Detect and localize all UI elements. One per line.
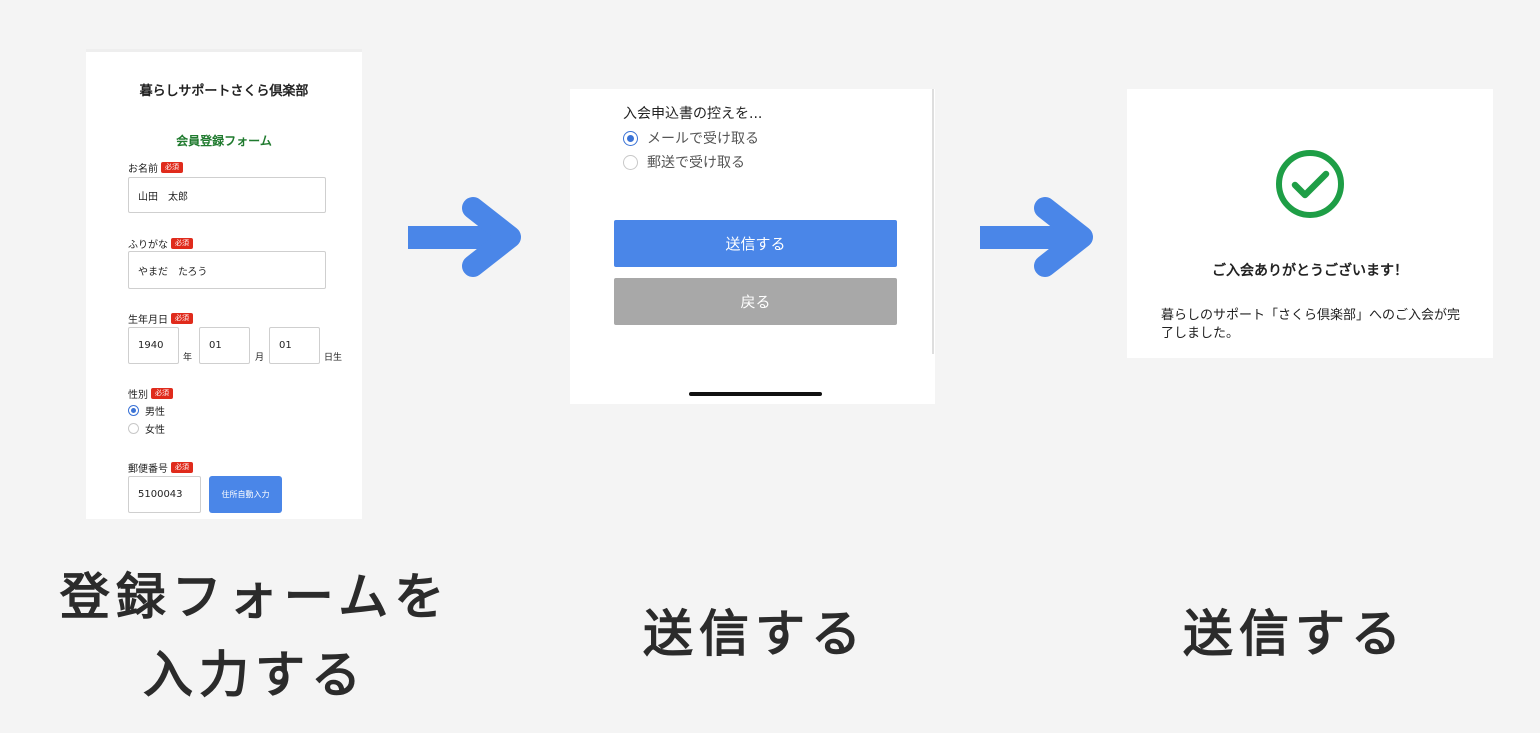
arrow-right-icon bbox=[408, 197, 521, 277]
form-site-title: 暮らしサポートさくら倶楽部 bbox=[139, 84, 309, 99]
name-label: お名前 bbox=[128, 164, 158, 175]
name-label-row: お名前 必須 bbox=[128, 160, 183, 175]
completion-screen: ご入会ありがとうございます！ 暮らしのサポート「さくら倶楽部」へのご入会が完了し… bbox=[1127, 89, 1493, 358]
back-button[interactable]: 戻る bbox=[614, 278, 897, 325]
send-button[interactable]: 送信する bbox=[614, 220, 897, 267]
year-unit: 年 bbox=[183, 353, 193, 363]
check-circle-icon bbox=[1276, 150, 1344, 218]
step1-caption-line2: 入力する bbox=[143, 645, 367, 704]
kana-label: ふりがな bbox=[128, 240, 168, 251]
birth-year-input[interactable]: 1940 bbox=[128, 327, 179, 364]
submit-screen: 入会申込書の控えを... メールで受け取る 郵送で受け取る 送信する 戻る bbox=[570, 89, 935, 404]
gender-label: 性別 bbox=[128, 390, 148, 401]
home-indicator bbox=[689, 392, 822, 396]
postal-label: 郵便番号 bbox=[128, 464, 168, 475]
registration-form-screen: 暮らしサポートさくら倶楽部 会員登録フォーム お名前 必須 山田 太郎 ふりがな… bbox=[86, 49, 362, 519]
step1-caption: 登録フォームを 入力する bbox=[20, 558, 490, 714]
step3-caption: 送信する bbox=[1183, 604, 1407, 663]
gender-option-label: 女性 bbox=[145, 425, 165, 436]
required-badge: 必須 bbox=[151, 388, 173, 399]
delivery-option-email[interactable]: メールで受け取る bbox=[623, 128, 759, 148]
arrow-right-icon bbox=[980, 197, 1093, 277]
step2-caption: 送信する bbox=[643, 604, 867, 663]
kana-label-row: ふりがな 必須 bbox=[128, 236, 193, 251]
gender-option-label: 男性 bbox=[145, 407, 165, 418]
kana-input[interactable]: やまだ たろう bbox=[128, 251, 326, 289]
postal-code-input[interactable]: 5100043 bbox=[128, 476, 201, 513]
birthdate-label-row: 生年月日 必須 bbox=[128, 311, 193, 326]
postal-label-row: 郵便番号 必須 bbox=[128, 460, 193, 475]
screen-edge-divider bbox=[932, 89, 934, 354]
day-unit: 日生 bbox=[324, 353, 343, 363]
step1-caption-line1: 登録フォームを bbox=[59, 567, 451, 626]
delivery-option-label: メールで受け取る bbox=[647, 131, 759, 147]
birth-day-input[interactable]: 01 bbox=[269, 327, 320, 364]
gender-option-female[interactable]: 女性 bbox=[128, 421, 165, 436]
delivery-option-mail[interactable]: 郵送で受け取る bbox=[623, 152, 745, 172]
thanks-heading: ご入会ありがとうございます！ bbox=[1212, 263, 1408, 279]
form-heading: 会員登録フォーム bbox=[176, 134, 272, 148]
month-unit: 月 bbox=[255, 353, 265, 363]
delivery-option-label: 郵送で受け取る bbox=[647, 155, 745, 171]
required-badge: 必須 bbox=[171, 462, 193, 473]
name-input[interactable]: 山田 太郎 bbox=[128, 177, 326, 213]
radio-unselected-icon[interactable] bbox=[128, 423, 139, 434]
completion-message: 暮らしのサポート「さくら倶楽部」へのご入会が完了しました。 bbox=[1161, 308, 1461, 341]
required-badge: 必須 bbox=[171, 238, 193, 249]
radio-selected-icon[interactable] bbox=[128, 405, 139, 416]
birthdate-label: 生年月日 bbox=[128, 315, 168, 326]
gender-option-male[interactable]: 男性 bbox=[128, 403, 165, 418]
gender-label-row: 性別 必須 bbox=[128, 386, 173, 401]
radio-selected-icon[interactable] bbox=[623, 130, 638, 146]
birth-month-input[interactable]: 01 bbox=[199, 327, 250, 364]
address-autofill-button[interactable]: 住所自動入力 bbox=[209, 476, 282, 513]
required-badge: 必須 bbox=[161, 162, 183, 173]
required-badge: 必須 bbox=[171, 313, 193, 324]
copy-delivery-question: 入会申込書の控えを... bbox=[623, 106, 763, 122]
radio-unselected-icon[interactable] bbox=[623, 154, 638, 170]
